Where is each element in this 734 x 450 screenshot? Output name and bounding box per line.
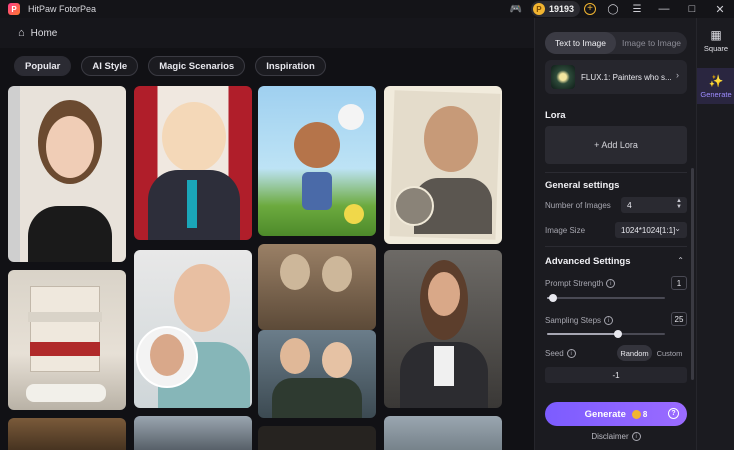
chevron-down-icon: ⌄: [674, 224, 681, 233]
gallery-image-restored-couple[interactable]: [258, 330, 376, 418]
gallery-grid: [8, 86, 502, 450]
sampling-steps-value[interactable]: 25: [671, 312, 687, 326]
tab-image-to-image[interactable]: Image to Image: [616, 32, 687, 54]
prompt-strength-slider[interactable]: [547, 294, 665, 302]
prompt-strength-value[interactable]: 1: [671, 276, 687, 290]
chip-magic-scenarios[interactable]: Magic Scenarios: [148, 56, 246, 76]
chip-popular[interactable]: Popular: [14, 56, 72, 76]
title-bar: P HitPaw FotorPea 🎮 P 19193 + ◯ ☰ — □ ✕: [0, 0, 734, 18]
app-logo: P: [8, 3, 20, 15]
coin-icon: [631, 409, 641, 419]
gallery-image-vintage-couple[interactable]: [258, 244, 376, 330]
gallery-image-cartoon-man[interactable]: [134, 86, 252, 240]
model-name: FLUX.1: Painters who s...: [581, 72, 672, 82]
seed-mode-toggle: Random Custom: [617, 345, 687, 361]
number-of-images-label: Number of Images: [545, 201, 611, 210]
mode-tabs: Text to Image Image to Image: [545, 32, 687, 54]
seed-input[interactable]: -1: [545, 367, 687, 383]
nav-square-label: Square: [703, 43, 729, 53]
nav-generate-label: Generate: [700, 89, 732, 99]
coin-balance[interactable]: P 19193: [530, 1, 580, 17]
seed-label: Seed i: [545, 349, 576, 359]
number-of-images-value: 4: [627, 200, 632, 210]
advanced-settings-heading: Advanced Settings: [545, 256, 631, 267]
gallery-image-blond-hair[interactable]: [8, 418, 126, 450]
coin-count: 19193: [548, 4, 574, 14]
panel-scrollbar[interactable]: [691, 168, 694, 380]
gallery-image-landscape[interactable]: [384, 416, 502, 450]
app-title: HitPaw FotorPea: [28, 4, 97, 14]
chevron-up-icon[interactable]: ⌃: [677, 256, 684, 265]
number-of-images-input[interactable]: 4 ▲ ▼: [621, 197, 687, 213]
info-icon[interactable]: i: [604, 316, 614, 326]
app-window: P HitPaw FotorPea 🎮 P 19193 + ◯ ☰ — □ ✕ …: [0, 0, 734, 450]
sampling-steps-label: Sampling Steps i: [545, 316, 614, 326]
menu-icon[interactable]: ☰: [630, 2, 644, 16]
main-content: ⌂ Home Popular AI Style Magic Scenarios …: [0, 18, 534, 450]
seed-random-option[interactable]: Random: [617, 345, 652, 361]
generate-label: Generate: [584, 408, 626, 420]
side-nav: ▦ Square ✨ Generate: [696, 18, 734, 450]
slider-knob[interactable]: [549, 294, 557, 302]
image-size-label: Image Size: [545, 226, 586, 235]
settings-panel: Text to Image Image to Image FLUX.1: Pai…: [534, 18, 696, 450]
sparkle-icon: ✨: [708, 73, 724, 88]
image-size-value: 1024*1024[1:1]: [621, 225, 676, 235]
gallery-image-old-photo-man[interactable]: [384, 86, 502, 244]
chip-ai-style[interactable]: AI Style: [81, 56, 139, 76]
sampling-steps-slider[interactable]: [547, 330, 665, 338]
seed-custom-option[interactable]: Custom: [652, 345, 687, 361]
slider-fill: [547, 333, 618, 335]
prompt-strength-label: Prompt Strength i: [545, 279, 616, 289]
add-lora-button[interactable]: + Add Lora: [545, 126, 687, 164]
nav-generate[interactable]: ✨ Generate: [697, 68, 734, 104]
coin-icon: P: [532, 3, 545, 15]
gallery-image-bald-man-glasses[interactable]: [134, 250, 252, 408]
home-label[interactable]: Home: [31, 28, 58, 39]
stepper-arrows-icon[interactable]: ▲ ▼: [676, 198, 682, 210]
model-thumbnail: [551, 65, 575, 89]
gallery-image-woman-back[interactable]: [134, 416, 252, 450]
gallery-image-woman-blazer[interactable]: [384, 250, 502, 408]
model-selector[interactable]: FLUX.1: Painters who s... ›: [545, 60, 687, 94]
info-icon[interactable]: i: [606, 279, 616, 289]
close-button[interactable]: ✕: [706, 0, 734, 18]
gallery-image-dark-portrait[interactable]: [258, 426, 376, 450]
divider: [545, 246, 687, 247]
home-bar[interactable]: ⌂ Home: [0, 18, 534, 48]
divider: [545, 172, 687, 173]
gallery-image-le-consulat[interactable]: [8, 270, 126, 410]
titlebar-controls: 🎮 P 19193 + ◯ ☰ — □ ✕: [509, 0, 734, 18]
info-icon[interactable]: i: [566, 349, 576, 359]
category-chips: Popular AI Style Magic Scenarios Inspira…: [14, 56, 326, 76]
info-icon: i: [631, 432, 641, 442]
disclaimer-link[interactable]: Disclaimer i: [535, 432, 697, 442]
chip-inspiration[interactable]: Inspiration: [255, 56, 326, 76]
general-settings-heading: General settings: [545, 180, 620, 191]
nav-square[interactable]: ▦ Square: [697, 22, 734, 58]
generate-cost: 8: [642, 409, 648, 419]
maximize-button[interactable]: □: [678, 0, 706, 18]
image-size-select[interactable]: 1024*1024[1:1] ⌄: [615, 222, 687, 238]
tab-text-to-image[interactable]: Text to Image: [545, 32, 616, 54]
slider-knob[interactable]: [614, 330, 622, 338]
lora-heading: Lora: [545, 110, 566, 121]
home-icon[interactable]: ⌂: [18, 27, 25, 39]
gallery-image-bunny-toy[interactable]: [258, 86, 376, 236]
generate-button[interactable]: Generate 8 ?: [545, 402, 687, 426]
chevron-right-icon: ›: [676, 70, 679, 80]
minimize-button[interactable]: —: [650, 0, 678, 18]
grid-icon: ▦: [710, 27, 722, 42]
add-coins-button[interactable]: +: [584, 3, 596, 15]
gallery-image-portrait-girl[interactable]: [8, 86, 126, 262]
help-icon[interactable]: ?: [668, 408, 679, 419]
account-icon[interactable]: ◯: [606, 2, 620, 16]
gamepad-icon[interactable]: 🎮: [509, 2, 523, 16]
